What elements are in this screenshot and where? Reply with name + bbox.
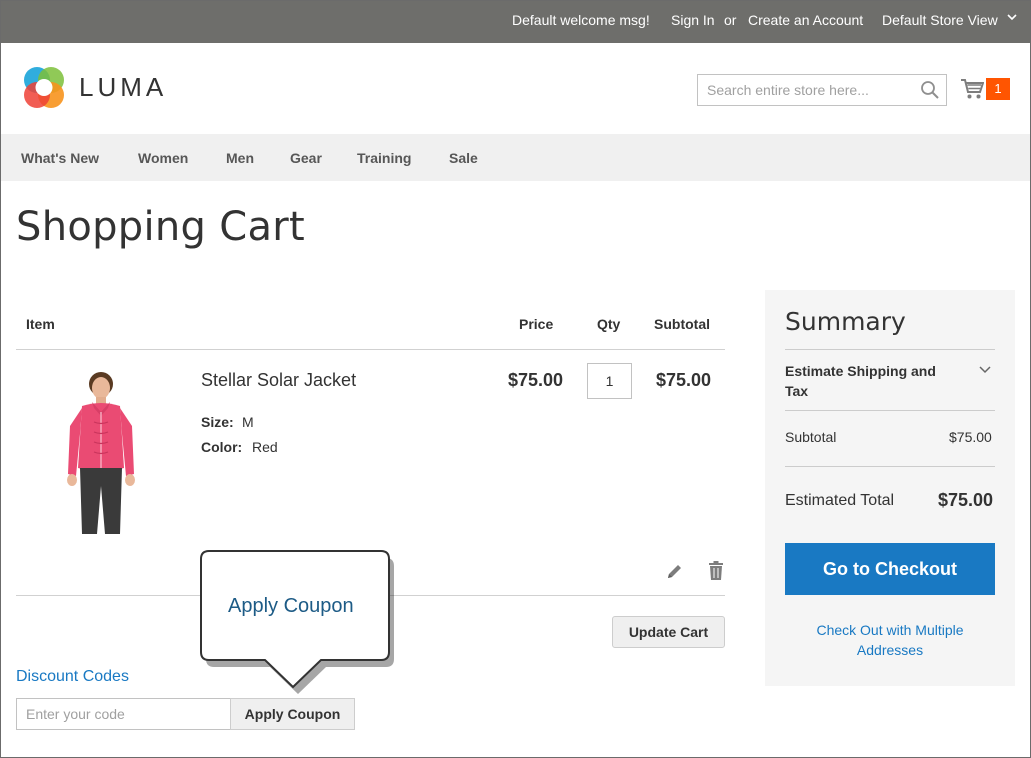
item-subtotal: $75.00 — [656, 370, 712, 390]
edit-pencil-icon[interactable] — [666, 562, 684, 580]
apply-coupon-button[interactable]: Apply Coupon — [230, 698, 355, 730]
callout-text: Apply Coupon — [228, 595, 354, 617]
search-input[interactable] — [697, 74, 947, 106]
welcome-message: Default welcome msg! — [512, 12, 650, 28]
nav-item-sale[interactable]: Sale — [449, 150, 478, 166]
or-separator: or — [724, 12, 737, 28]
sign-in-link[interactable]: Sign In — [671, 12, 715, 28]
product-image[interactable] — [30, 364, 170, 536]
subtotal-value: $75.00 — [949, 429, 992, 445]
column-header-price: Price — [519, 316, 554, 332]
chevron-down-icon[interactable] — [978, 362, 992, 374]
callout-tooltip — [199, 549, 399, 694]
multiple-addresses-link[interactable]: Check Out with Multiple Addresses — [785, 620, 995, 660]
search-icon[interactable] — [920, 80, 940, 100]
trash-icon[interactable] — [708, 561, 724, 581]
cart-icon[interactable] — [960, 78, 985, 100]
store-view-switcher[interactable]: Default Store View — [882, 12, 998, 28]
chevron-down-icon[interactable] — [1007, 11, 1017, 25]
nav-item-men[interactable]: Men — [226, 150, 254, 166]
go-to-checkout-button[interactable]: Go to Checkout — [785, 543, 995, 595]
cart-count-badge[interactable]: 1 — [986, 78, 1010, 100]
nav-item-training[interactable]: Training — [357, 150, 411, 166]
coupon-code-input[interactable] — [16, 698, 231, 730]
nav-item-gear[interactable]: Gear — [290, 150, 322, 166]
option-color-label: Color: — [201, 439, 243, 455]
option-size-label: Size: — [201, 414, 234, 430]
option-size-value: M — [242, 414, 254, 430]
luma-logo-icon[interactable] — [21, 65, 66, 110]
quantity-input[interactable] — [587, 363, 632, 399]
estimated-total-value: $75.00 — [938, 490, 994, 510]
estimate-shipping-toggle[interactable]: Estimate Shipping and Tax — [785, 361, 960, 401]
update-cart-button[interactable]: Update Cart — [612, 616, 725, 648]
summary-divider — [785, 466, 995, 467]
option-color-value: Red — [252, 439, 278, 455]
create-account-link[interactable]: Create an Account — [748, 12, 863, 28]
subtotal-label: Subtotal — [785, 429, 837, 445]
column-header-qty: Qty — [597, 316, 621, 332]
estimated-total-label: Estimated Total — [785, 492, 895, 509]
nav-item-whats-new[interactable]: What's New — [21, 150, 99, 166]
nav-item-women[interactable]: Women — [138, 150, 188, 166]
main-navigation: What's New Women Men Gear Training Sale — [1, 134, 1030, 181]
summary-divider — [785, 410, 995, 411]
item-price: $75.00 — [508, 370, 564, 390]
page-title: Shopping Cart — [16, 204, 306, 250]
column-header-item: Item — [26, 316, 55, 332]
table-divider — [16, 349, 725, 350]
product-name-link[interactable]: Stellar Solar Jacket — [201, 370, 356, 391]
summary-title: Summary — [785, 307, 906, 336]
logo-text[interactable]: LUMA — [79, 72, 167, 103]
column-header-subtotal: Subtotal — [654, 316, 710, 332]
top-bar: Default welcome msg! Sign In or Create a… — [0, 0, 1031, 43]
summary-divider — [785, 349, 995, 350]
discount-codes-toggle[interactable]: Discount Codes — [16, 668, 129, 686]
